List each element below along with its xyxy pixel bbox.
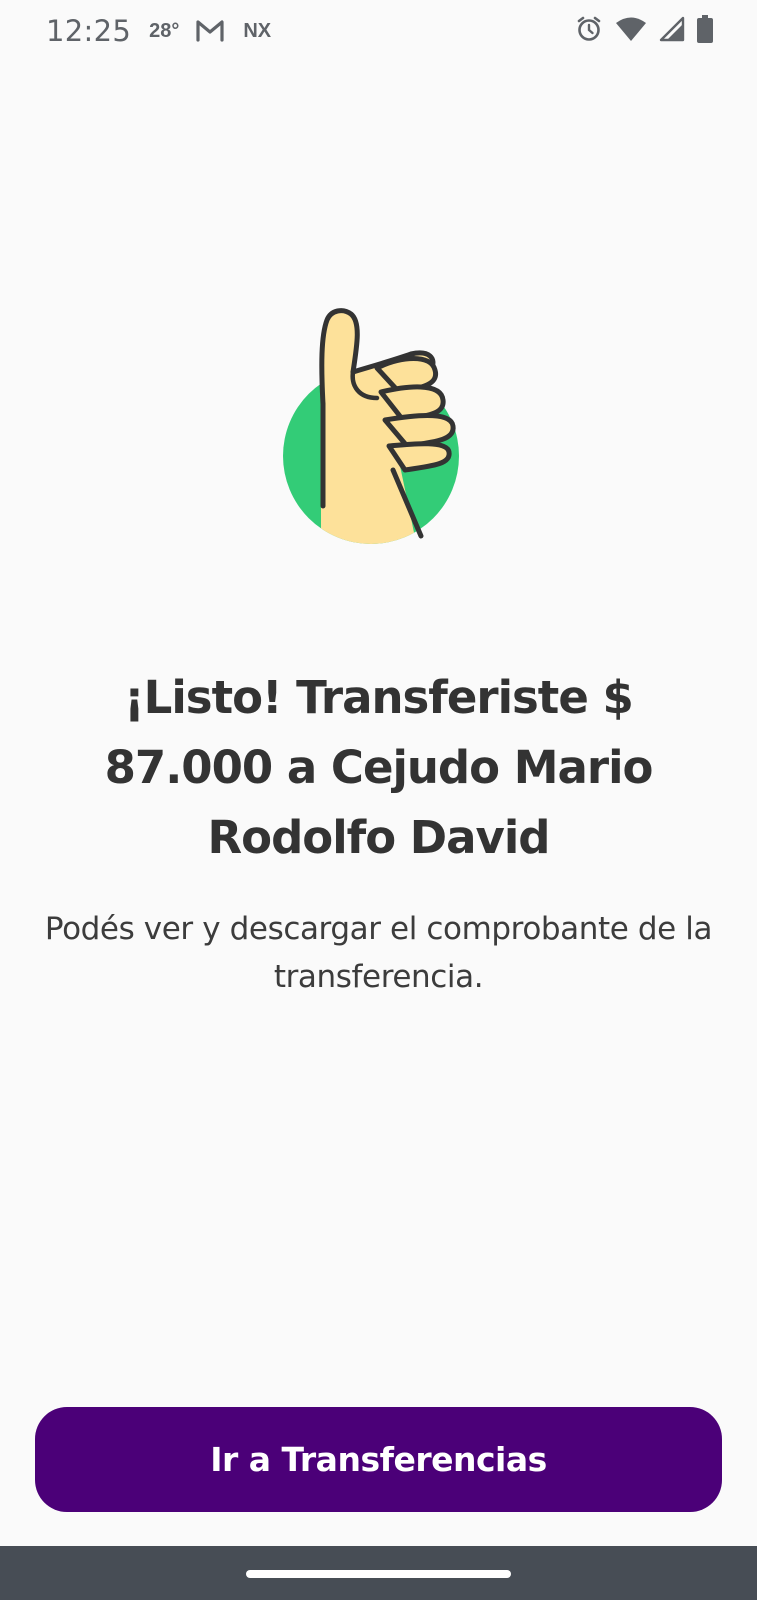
status-time: 12:25	[46, 14, 132, 48]
wifi-icon	[615, 16, 647, 47]
thumbs-up-icon	[281, 306, 481, 556]
gmail-icon	[195, 18, 227, 44]
success-title: ¡Listo! Transferiste $ 87.000 a Cejudo M…	[104, 671, 654, 864]
battery-icon	[697, 14, 713, 48]
status-temperature: 28°	[149, 19, 180, 42]
home-indicator[interactable]	[246, 1570, 511, 1578]
status-carrier-badge: NX	[243, 19, 272, 42]
cell-signal-icon	[659, 16, 685, 47]
transfer-success-screen: 12:25 28° NX ¡Listo! Transferiste $ 87.0…	[0, 0, 757, 1600]
go-to-transfers-button-label: Ir a Transferencias	[210, 1440, 547, 1479]
status-bar-right	[563, 14, 713, 48]
system-navigation-bar	[0, 1546, 757, 1600]
status-bar-left: 12:25 28° NX	[46, 14, 271, 48]
go-to-transfers-button[interactable]: Ir a Transferencias	[35, 1407, 722, 1512]
status-bar: 12:25 28° NX	[0, 0, 757, 62]
alarm-icon	[575, 15, 603, 48]
success-subtitle: Podés ver y descargar el comprobante de …	[44, 911, 713, 995]
